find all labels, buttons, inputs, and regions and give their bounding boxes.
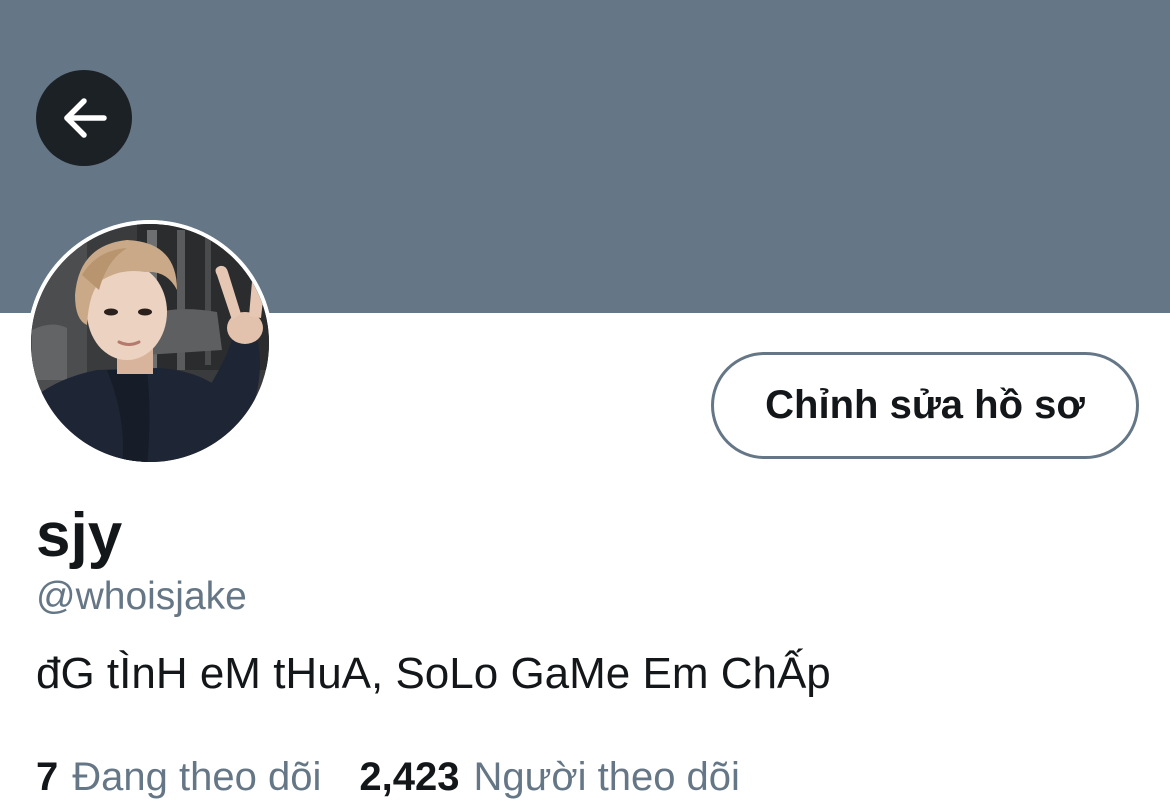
arrow-left-icon xyxy=(64,98,107,138)
profile-photo xyxy=(27,220,273,466)
followers-count: 2,423 xyxy=(359,755,460,799)
profile-handle: @whoisjake xyxy=(36,575,247,618)
followers-label: Người theo dõi xyxy=(473,755,740,799)
profile-bio: đG tÌnH eM tHuA, SoLo GaMe Em ChẤp xyxy=(36,649,831,698)
profile-page: Chỉnh sửa hồ sơ sjy @whoisjake đG tÌnH e… xyxy=(0,0,1170,812)
profile-display-name: sjy xyxy=(36,501,123,570)
profile-stats: 7 Đang theo dõi 2,423 Người theo dõi xyxy=(36,752,740,802)
following-label: Đang theo dõi xyxy=(72,755,322,799)
avatar[interactable] xyxy=(27,220,273,466)
followers-link[interactable]: 2,423 Người theo dõi xyxy=(359,752,740,802)
following-link[interactable]: 7 Đang theo dõi xyxy=(36,752,321,802)
back-button[interactable] xyxy=(36,70,132,166)
following-count: 7 xyxy=(36,755,59,799)
edit-profile-button[interactable]: Chỉnh sửa hồ sơ xyxy=(711,352,1139,459)
